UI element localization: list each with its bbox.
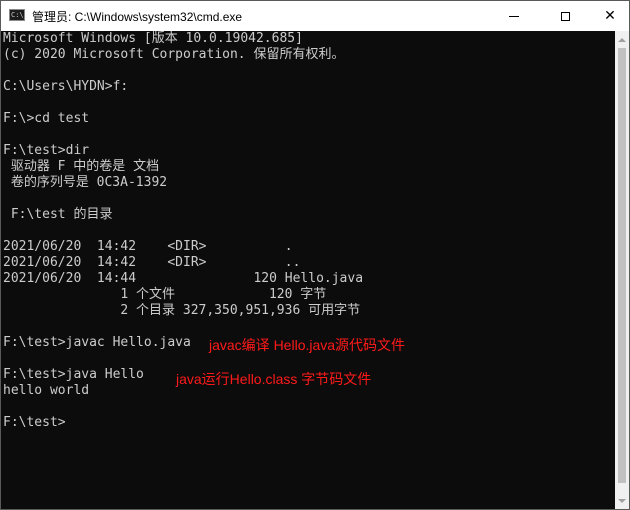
- console-line: F:\test>java Hello: [3, 367, 144, 382]
- console-line: C:\Users\HYDN>f:: [3, 79, 129, 94]
- console-line: 2021/06/20 14:44 120 Hello.java: [3, 271, 364, 286]
- cmd-icon-text: C:\_: [11, 11, 24, 19]
- console-line: 2021/06/20 14:42 <DIR> ..: [3, 255, 301, 270]
- console-output[interactable]: Microsoft Windows [版本 10.0.19042.685] (c…: [1, 31, 615, 509]
- maximize-button[interactable]: [542, 1, 588, 31]
- minimize-button[interactable]: [491, 1, 537, 31]
- console-line: hello world: [3, 383, 90, 398]
- close-icon: ✕: [604, 8, 616, 24]
- maximize-icon: [560, 11, 570, 21]
- console-line: 驱动器 F 中的卷是 文档: [3, 159, 160, 174]
- javac-annotation: javac编译 Hello.java源代码文件: [209, 337, 406, 353]
- console-line: F:\test>: [3, 415, 66, 430]
- scroll-up-arrow-icon[interactable]: [615, 31, 629, 48]
- minimize-icon: [509, 15, 519, 17]
- vertical-scrollbar[interactable]: [615, 31, 629, 509]
- scrollbar-thumb[interactable]: [618, 48, 626, 483]
- console-line: F:\test>dir: [3, 143, 90, 158]
- close-button[interactable]: ✕: [587, 1, 629, 31]
- cmd-icon[interactable]: C:\_: [9, 9, 25, 21]
- java-annotation: java运行Hello.class 字节码文件: [176, 371, 372, 387]
- console-line: 卷的序列号是 0C3A-1392: [3, 175, 168, 190]
- console-line: 2 个目录 327,350,951,936 可用字节: [3, 303, 361, 318]
- scroll-down-arrow-icon[interactable]: [615, 492, 629, 509]
- console-line: 2021/06/20 14:42 <DIR> .: [3, 239, 293, 254]
- console-line: (c) 2020 Microsoft Corporation. 保留所有权利。: [3, 47, 345, 62]
- console-line: F:\test 的目录: [3, 207, 113, 222]
- title-bar[interactable]: C:\_ 管理员: C:\Windows\system32\cmd.exe ✕: [1, 1, 629, 31]
- window-title: 管理员: C:\Windows\system32\cmd.exe: [32, 10, 243, 24]
- cmd-window: C:\_ 管理员: C:\Windows\system32\cmd.exe ✕ …: [0, 0, 630, 510]
- console-line: 1 个文件 120 字节: [3, 287, 327, 302]
- console-line: F:\test>javac Hello.java: [3, 335, 191, 350]
- console-line: Microsoft Windows [版本 10.0.19042.685]: [3, 31, 303, 46]
- console-line: F:\>cd test: [3, 111, 90, 126]
